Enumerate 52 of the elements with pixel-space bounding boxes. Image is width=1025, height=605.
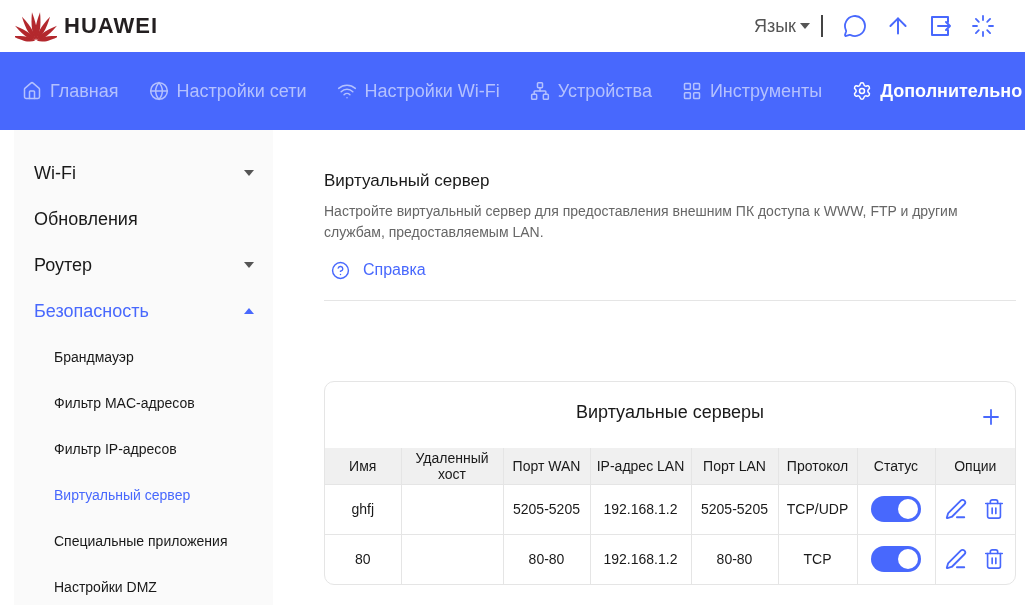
table-cell: 80 xyxy=(325,534,401,584)
page-title: Виртуальный сервер xyxy=(324,170,491,192)
sidebar-subitem[interactable]: Специальные приложения xyxy=(14,518,273,564)
sidebar-subitem[interactable]: Фильтр IP-адресов xyxy=(14,426,273,472)
help-link[interactable]: Справка xyxy=(331,260,426,280)
loader-icon[interactable] xyxy=(971,14,995,38)
page-description: Настройте виртуальный сервер для предоставления внешним ПК доступа к WWW, FTP и другим службам, предоставляемым LAN. xyxy=(324,202,959,242)
trash-icon[interactable] xyxy=(983,548,1006,571)
sidebar-item[interactable]: Обновления xyxy=(14,196,273,242)
sidebar-item[interactable]: Роутер xyxy=(14,242,273,288)
caret-icon xyxy=(800,23,810,29)
table-cell: 192.168.1.2 xyxy=(590,534,691,584)
toggle-switch[interactable] xyxy=(871,496,921,522)
table-cell: 80-80 xyxy=(691,534,778,584)
network-icon xyxy=(529,81,550,101)
column-header: Статус xyxy=(857,448,935,484)
card-title: Виртуальные серверы xyxy=(575,401,764,423)
sidebar-item[interactable]: Безопасность xyxy=(14,288,273,334)
settings-icon xyxy=(852,81,873,101)
column-header: Протокол xyxy=(778,448,857,484)
language-dropdown[interactable]: Язык xyxy=(753,15,810,37)
home-icon xyxy=(22,81,42,101)
column-header: IP-адрес LAN xyxy=(590,448,691,484)
wifi-icon xyxy=(336,81,357,101)
table-cell: TCP xyxy=(778,534,857,584)
sidebar-subitem[interactable]: Виртуальный сервер xyxy=(14,472,273,518)
table-cell: 192.168.1.2 xyxy=(590,484,691,534)
nav-tab[interactable]: Дополнительно xyxy=(852,80,1023,102)
column-header: Имя xyxy=(325,448,401,484)
table-cell: ghfj xyxy=(325,484,401,534)
grid-icon xyxy=(681,81,702,101)
sidebar-subitem[interactable]: Фильтр MAC-адресов xyxy=(14,380,273,426)
globe-icon xyxy=(148,81,169,101)
column-header: Удаленный хост xyxy=(401,448,503,484)
table-cell: TCP/UDP xyxy=(778,484,857,534)
pen-icon[interactable] xyxy=(945,498,968,520)
brand-name: HUAWEI xyxy=(64,13,158,39)
trash-icon[interactable] xyxy=(983,498,1006,520)
table-cell: 5205-5205 xyxy=(691,484,778,534)
square-arrow-icon[interactable] xyxy=(929,14,953,38)
column-header: Порт LAN xyxy=(691,448,778,484)
chat-bubble-icon[interactable] xyxy=(843,14,867,38)
column-header: Опции xyxy=(935,448,1015,484)
pen-icon[interactable] xyxy=(945,548,968,571)
table-cell: 80-80 xyxy=(503,534,590,584)
sidebar-subitem[interactable]: Брандмауэр xyxy=(14,334,273,380)
help-icon xyxy=(331,260,350,280)
column-header: Порт WAN xyxy=(503,448,590,484)
toggle-switch[interactable] xyxy=(871,546,921,573)
sidebar-subitem[interactable]: Настройки DMZ xyxy=(14,564,273,605)
table-cell: 5205-5205 xyxy=(503,484,590,534)
sidebar-item[interactable]: Wi-Fi xyxy=(14,150,273,196)
